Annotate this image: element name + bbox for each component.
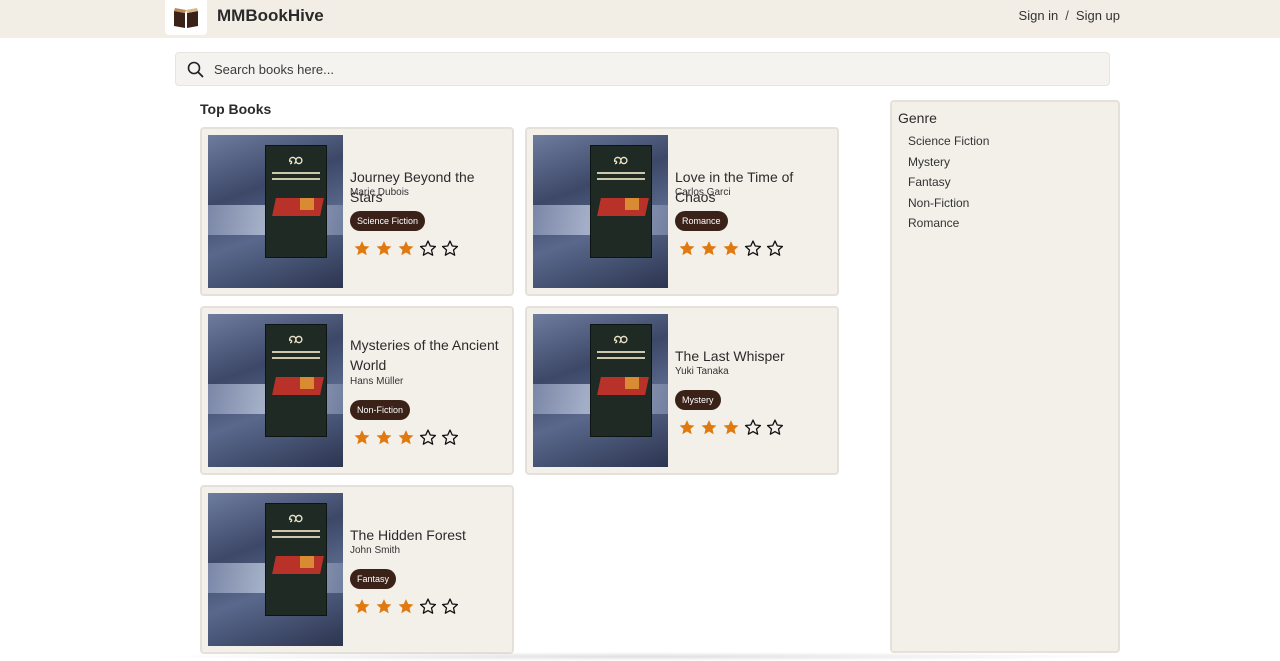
star-outline-icon bbox=[744, 240, 762, 256]
search-bar bbox=[175, 52, 1110, 86]
book-author: Carlos Garci bbox=[675, 187, 731, 198]
search-icon[interactable] bbox=[176, 61, 214, 78]
book-card[interactable]: ꩡ Journey Beyond the Stars Marie Dubois … bbox=[200, 127, 514, 296]
genre-sidebar: Genre Science Fiction Mystery Fantasy Non-F… bbox=[890, 100, 1120, 653]
book-author: Hans Müller bbox=[350, 376, 404, 387]
genre-badge: Non-Fiction bbox=[350, 400, 411, 420]
book-author: Yuki Tanaka bbox=[675, 366, 729, 377]
genre-list: Science Fiction Mystery Fantasy Non-Fiction… bbox=[908, 132, 989, 235]
sign-in-link[interactable]: Sign in bbox=[1019, 8, 1059, 23]
genre-item[interactable]: Non-Fiction bbox=[908, 194, 989, 215]
book-card[interactable]: ꩡ The Hidden Forest John Smith Fantasy bbox=[200, 485, 514, 654]
logo[interactable] bbox=[165, 0, 207, 35]
star-outline-icon bbox=[766, 419, 784, 435]
book-author: John Smith bbox=[350, 545, 401, 556]
star-rating bbox=[678, 240, 784, 257]
book-card[interactable]: ꩡ Love in the Time of Chaos Carlos Garci… bbox=[525, 127, 839, 296]
star-filled-icon bbox=[679, 241, 695, 256]
top-navbar: MMBookHive Sign in / Sign up bbox=[0, 0, 1280, 38]
genre-badge: Romance bbox=[675, 211, 728, 231]
star-filled-icon bbox=[354, 599, 370, 614]
genre-item[interactable]: Mystery bbox=[908, 153, 989, 174]
genre-item[interactable]: Romance bbox=[908, 214, 989, 235]
star-rating bbox=[353, 598, 459, 615]
auth-separator: / bbox=[1065, 8, 1069, 23]
star-outline-icon bbox=[744, 419, 762, 435]
book-card[interactable]: ꩡ The Last Whisper Yuki Tanaka Mystery bbox=[525, 306, 839, 475]
star-filled-icon bbox=[723, 241, 739, 256]
open-book-icon bbox=[174, 7, 198, 28]
star-filled-icon bbox=[354, 241, 370, 256]
auth-links: Sign in / Sign up bbox=[1019, 8, 1120, 23]
book-title[interactable]: The Last Whisper bbox=[675, 346, 835, 366]
book-author: Marie Dubois bbox=[350, 187, 409, 198]
genre-title: Genre bbox=[898, 110, 937, 126]
star-filled-icon bbox=[723, 420, 739, 435]
search-input[interactable] bbox=[214, 54, 1074, 84]
divider bbox=[140, 652, 1140, 661]
book-cover-image[interactable]: ꩡ bbox=[208, 135, 343, 288]
star-filled-icon bbox=[376, 599, 392, 614]
book-cover-image[interactable]: ꩡ bbox=[208, 493, 343, 646]
star-outline-icon bbox=[766, 240, 784, 256]
star-filled-icon bbox=[354, 430, 370, 445]
star-outline-icon bbox=[419, 429, 437, 445]
genre-badge: Fantasy bbox=[350, 569, 397, 589]
star-rating bbox=[353, 240, 459, 257]
genre-item[interactable]: Fantasy bbox=[908, 173, 989, 194]
star-rating bbox=[353, 429, 459, 446]
star-filled-icon bbox=[376, 430, 392, 445]
book-title[interactable]: The Hidden Forest bbox=[350, 525, 510, 545]
brand-name[interactable]: MMBookHive bbox=[217, 6, 324, 26]
book-cover-image[interactable]: ꩡ bbox=[208, 314, 343, 467]
star-rating bbox=[678, 419, 784, 436]
star-outline-icon bbox=[419, 598, 437, 614]
star-filled-icon bbox=[376, 241, 392, 256]
star-filled-icon bbox=[679, 420, 695, 435]
book-cover-image[interactable]: ꩡ bbox=[533, 314, 668, 467]
book-title[interactable]: Mysteries of the Ancient World bbox=[350, 335, 510, 375]
genre-badge: Mystery bbox=[675, 390, 721, 410]
star-outline-icon bbox=[441, 598, 459, 614]
star-filled-icon bbox=[398, 599, 414, 614]
star-filled-icon bbox=[701, 420, 717, 435]
star-filled-icon bbox=[398, 430, 414, 445]
star-outline-icon bbox=[419, 240, 437, 256]
book-cover-image[interactable]: ꩡ bbox=[533, 135, 668, 288]
star-filled-icon bbox=[398, 241, 414, 256]
star-outline-icon bbox=[441, 240, 459, 256]
sign-up-link[interactable]: Sign up bbox=[1076, 8, 1120, 23]
genre-item[interactable]: Science Fiction bbox=[908, 132, 989, 153]
book-card[interactable]: ꩡ Mysteries of the Ancient World Hans Mü… bbox=[200, 306, 514, 475]
star-filled-icon bbox=[701, 241, 717, 256]
genre-badge: Science Fiction bbox=[350, 211, 426, 231]
section-title: Top Books bbox=[200, 101, 272, 117]
star-outline-icon bbox=[441, 429, 459, 445]
